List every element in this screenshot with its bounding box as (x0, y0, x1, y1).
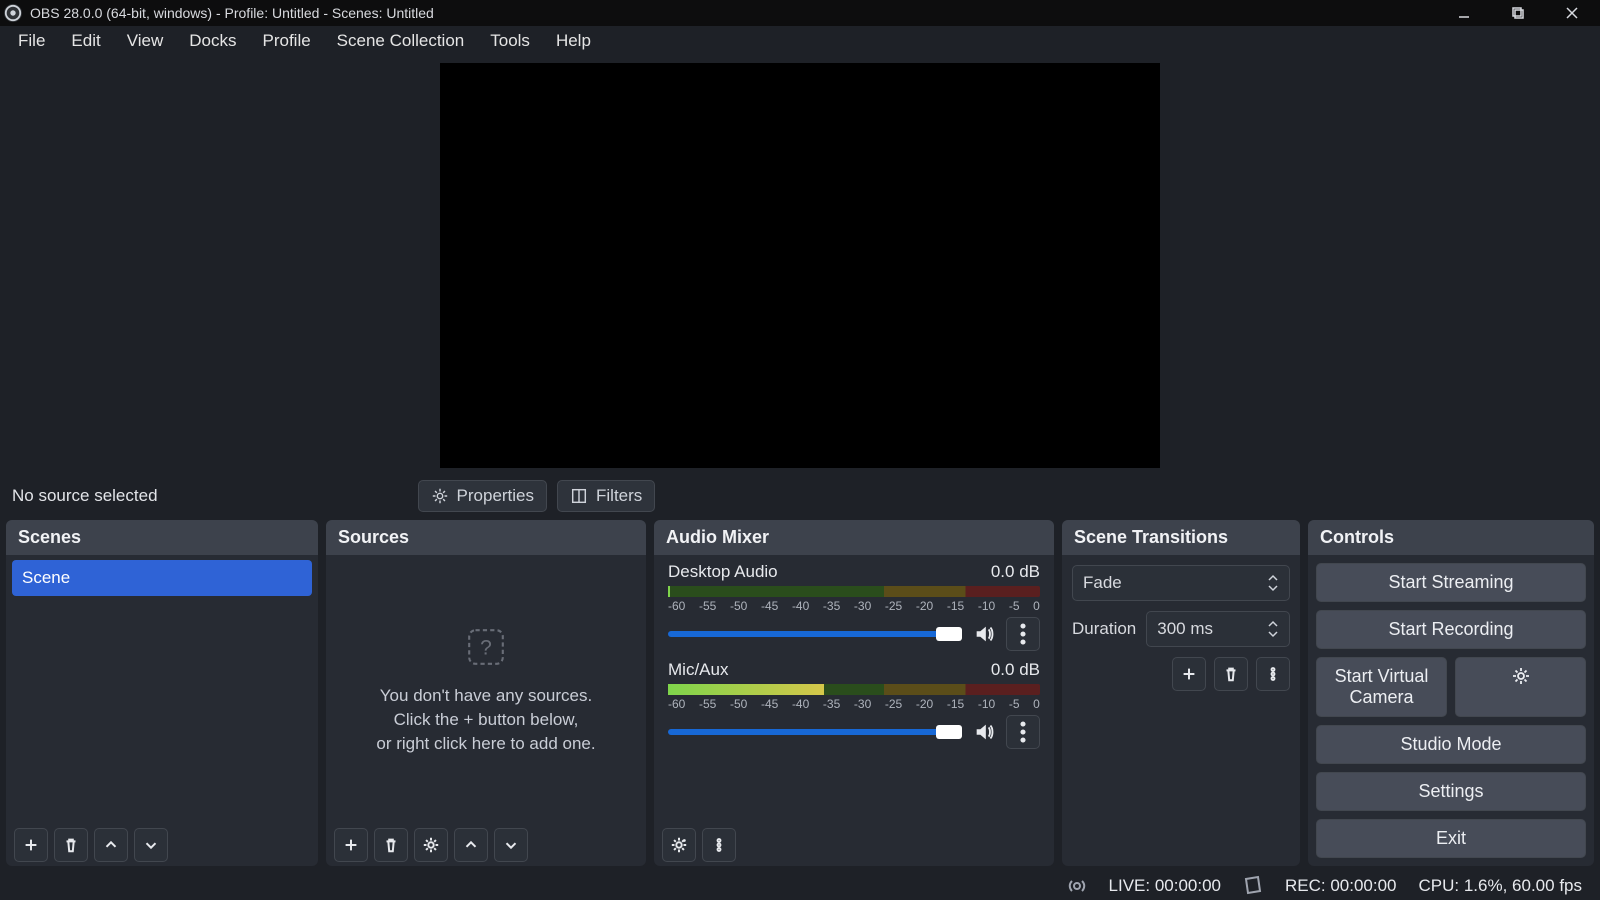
cpu-status: CPU: 1.6%, 60.00 fps (1419, 876, 1582, 896)
speaker-icon[interactable] (972, 622, 996, 646)
start-streaming-button[interactable]: Start Streaming (1316, 563, 1586, 602)
add-scene-button[interactable] (14, 828, 48, 862)
start-virtual-camera-button[interactable]: Start Virtual Camera (1316, 657, 1447, 717)
volume-slider[interactable] (668, 631, 962, 637)
channel-name: Mic/Aux (668, 660, 728, 680)
channel-meter (668, 684, 1040, 695)
meter-ticks: -60-55-50-45-40-35-30-25-20-15-10-50 (668, 599, 1040, 613)
no-source-label: No source selected (12, 486, 158, 506)
menu-file[interactable]: File (6, 27, 57, 55)
channel-db: 0.0 dB (991, 660, 1040, 680)
channel-meter (668, 586, 1040, 597)
disk-icon (1243, 876, 1263, 896)
remove-source-button[interactable] (374, 828, 408, 862)
exit-button[interactable]: Exit (1316, 819, 1586, 858)
gear-icon (431, 487, 449, 505)
menu-profile[interactable]: Profile (250, 27, 322, 55)
source-up-button[interactable] (454, 828, 488, 862)
signal-icon (1067, 876, 1087, 896)
source-properties-button[interactable] (414, 828, 448, 862)
audio-mixer-panel: Audio Mixer Desktop Audio 0.0 dB -60-55-… (654, 520, 1054, 866)
virtual-camera-settings-button[interactable] (1455, 657, 1586, 717)
menu-view[interactable]: View (115, 27, 176, 55)
mixer-adv-settings-button[interactable] (662, 828, 696, 862)
mixer-header: Audio Mixer (654, 520, 1054, 555)
transition-menu-button[interactable] (1256, 657, 1290, 691)
add-source-button[interactable] (334, 828, 368, 862)
studio-mode-button[interactable]: Studio Mode (1316, 725, 1586, 764)
rec-status: REC: 00:00:00 (1285, 876, 1397, 896)
scenes-panel: Scenes Scene (6, 520, 318, 866)
controls-header: Controls (1308, 520, 1594, 555)
gear-icon (1511, 666, 1531, 686)
properties-label: Properties (457, 486, 534, 506)
speaker-icon[interactable] (972, 720, 996, 744)
menu-help[interactable]: Help (544, 27, 603, 55)
remove-transition-button[interactable] (1214, 657, 1248, 691)
remove-scene-button[interactable] (54, 828, 88, 862)
stepper-icon (1267, 616, 1283, 642)
start-recording-button[interactable]: Start Recording (1316, 610, 1586, 649)
duration-input[interactable]: 300 ms (1146, 611, 1290, 647)
source-down-button[interactable] (494, 828, 528, 862)
svg-text:?: ? (480, 636, 492, 659)
menu-scene-collection[interactable]: Scene Collection (325, 27, 477, 55)
menu-docks[interactable]: Docks (177, 27, 248, 55)
menubar: File Edit View Docks Profile Scene Colle… (0, 26, 1600, 56)
sources-panel: Sources ? You don't have any sources. Cl… (326, 520, 646, 866)
mixer-menu-button[interactable] (702, 828, 736, 862)
channel-name: Desktop Audio (668, 562, 778, 582)
transition-select[interactable]: Fade (1072, 565, 1290, 601)
scene-up-button[interactable] (94, 828, 128, 862)
properties-button[interactable]: Properties (418, 480, 547, 512)
filters-button[interactable]: Filters (557, 480, 655, 512)
volume-slider[interactable] (668, 729, 962, 735)
audio-channel-desktop: Desktop Audio 0.0 dB -60-55-50-45-40-35-… (654, 555, 1054, 653)
question-icon: ? (465, 626, 507, 668)
controls-panel: Controls Start Streaming Start Recording… (1308, 520, 1594, 866)
menu-edit[interactable]: Edit (59, 27, 112, 55)
window-title: OBS 28.0.0 (64-bit, windows) - Profile: … (30, 5, 1450, 21)
add-transition-button[interactable] (1172, 657, 1206, 691)
sources-header: Sources (326, 520, 646, 555)
minimize-button[interactable] (1450, 3, 1478, 23)
titlebar: OBS 28.0.0 (64-bit, windows) - Profile: … (0, 0, 1600, 26)
maximize-button[interactable] (1504, 3, 1532, 23)
duration-label: Duration (1072, 619, 1136, 639)
settings-button[interactable]: Settings (1316, 772, 1586, 811)
scene-item[interactable]: Scene (12, 560, 312, 596)
select-spinner-icon (1267, 570, 1283, 596)
app-logo (4, 4, 22, 22)
audio-channel-mic: Mic/Aux 0.0 dB -60-55-50-45-40-35-30-25-… (654, 653, 1054, 751)
close-button[interactable] (1558, 3, 1586, 23)
scenes-header: Scenes (6, 520, 318, 555)
live-status: LIVE: 00:00:00 (1109, 876, 1221, 896)
channel-menu-button[interactable] (1006, 715, 1040, 749)
menu-tools[interactable]: Tools (478, 27, 542, 55)
channel-menu-button[interactable] (1006, 617, 1040, 651)
scene-down-button[interactable] (134, 828, 168, 862)
meter-ticks: -60-55-50-45-40-35-30-25-20-15-10-50 (668, 697, 1040, 711)
filters-label: Filters (596, 486, 642, 506)
transitions-panel: Scene Transitions Fade Duration 300 ms (1062, 520, 1300, 866)
transitions-header: Scene Transitions (1062, 520, 1300, 555)
filters-icon (570, 487, 588, 505)
statusbar: LIVE: 00:00:00 REC: 00:00:00 CPU: 1.6%, … (0, 872, 1600, 900)
channel-db: 0.0 dB (991, 562, 1040, 582)
preview-canvas[interactable] (440, 63, 1160, 468)
sources-empty-state[interactable]: ? You don't have any sources. Click the … (326, 555, 646, 824)
